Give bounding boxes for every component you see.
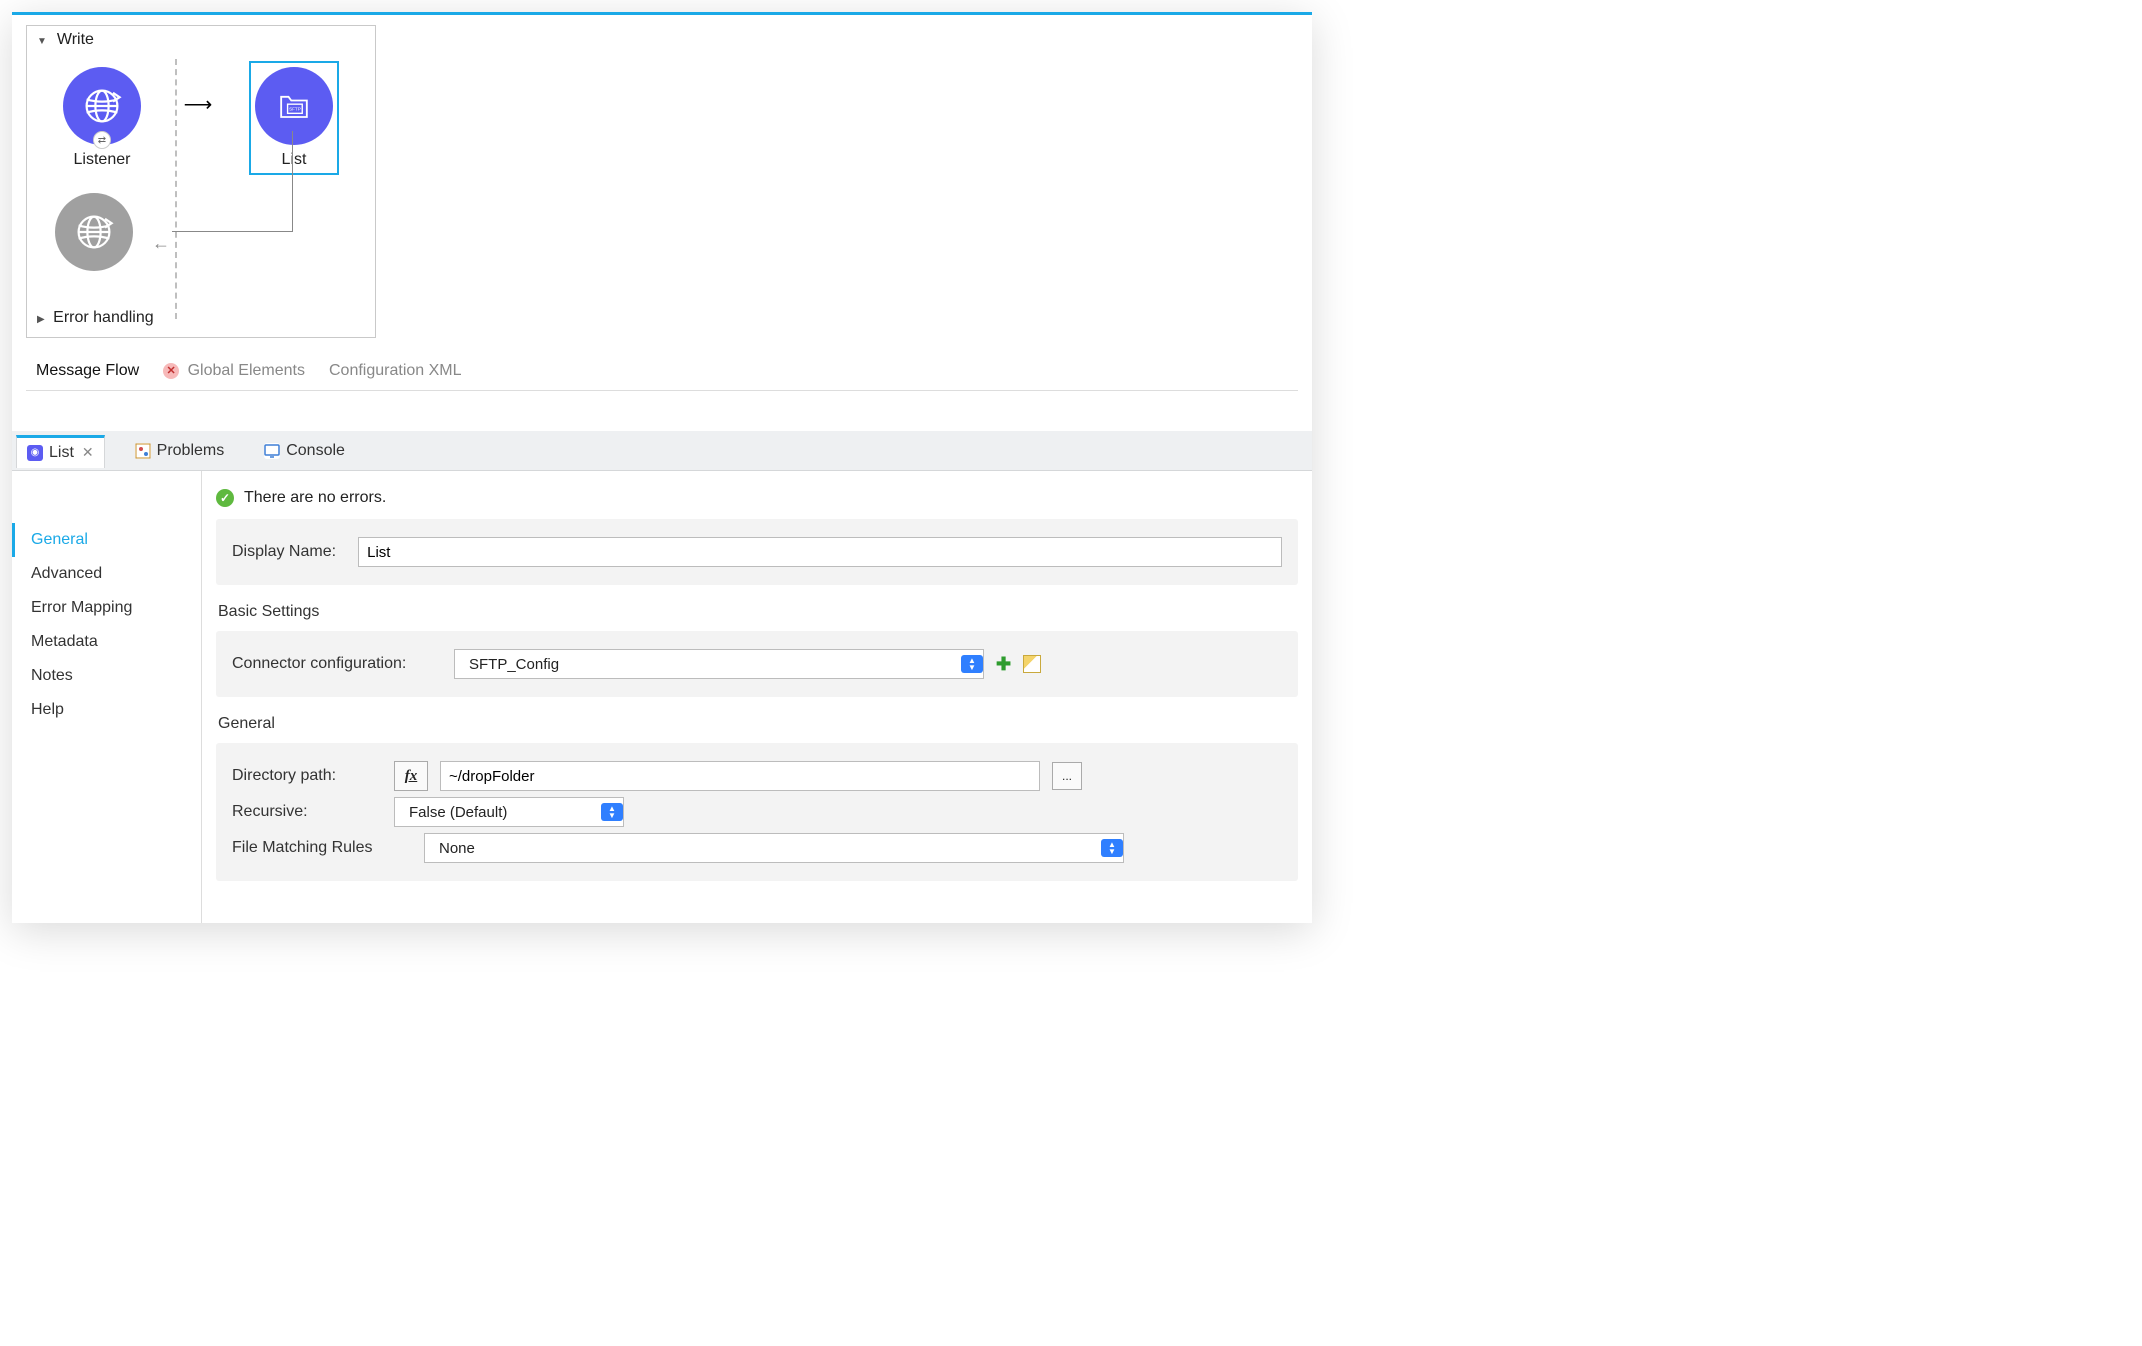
list-node-label: List — [255, 151, 333, 169]
connector-config-label: Connector configuration: — [232, 655, 442, 673]
listener-icon: ⇄ — [63, 67, 141, 145]
tab-global-elements-label: Global Elements — [188, 362, 305, 379]
directory-path-input[interactable] — [440, 761, 1040, 791]
add-config-button[interactable]: ✚ — [996, 654, 1011, 675]
ok-icon: ✓ — [216, 489, 234, 507]
sidenav-item-general[interactable]: General — [12, 523, 201, 557]
edit-config-button[interactable] — [1023, 655, 1041, 673]
basic-settings-title: Basic Settings — [216, 597, 1298, 631]
listener-label: Listener — [74, 151, 131, 169]
console-icon — [264, 443, 280, 459]
expand-icon[interactable] — [37, 309, 49, 326]
panel-tab-problems-label: Problems — [157, 442, 225, 460]
fx-expression-button[interactable]: fx — [394, 761, 428, 791]
panel-tab-list-label: List — [49, 444, 74, 462]
sidenav-item-help[interactable]: Help — [12, 693, 201, 727]
tab-global-elements[interactable]: ✕ Global Elements — [163, 362, 305, 380]
status-text: There are no errors. — [244, 489, 386, 507]
browse-button[interactable]: ... — [1052, 762, 1082, 790]
list-tab-icon: ◉ — [27, 445, 43, 461]
error-indicator-icon: ✕ — [163, 363, 179, 379]
status-row: ✓ There are no errors. — [216, 485, 1298, 519]
flow-title[interactable]: Write — [27, 26, 375, 53]
flow-arrow-icon: ⟶ — [173, 92, 223, 117]
error-handling-label: Error handling — [53, 309, 154, 326]
flow-node-listener[interactable]: ⇄ Listener — [37, 67, 167, 169]
sidenav-item-notes[interactable]: Notes — [12, 659, 201, 693]
close-tab-button[interactable]: ✕ — [82, 444, 94, 461]
file-matching-value: None — [433, 840, 481, 857]
select-arrows-icon: ▲▼ — [601, 803, 623, 821]
select-arrows-icon: ▲▼ — [961, 655, 983, 673]
panel-tab-console-label: Console — [286, 442, 345, 460]
panel-tab-problems[interactable]: Problems — [125, 436, 235, 466]
bottom-panel-tabs: ◉ List ✕ Problems Console — [12, 431, 1312, 471]
sync-badge-icon: ⇄ — [93, 131, 111, 149]
panel-tab-list[interactable]: ◉ List ✕ — [16, 435, 105, 468]
properties-sidenav: General Advanced Error Mapping Metadata … — [12, 471, 202, 923]
flow-node-list-selected[interactable]: SFTP List — [249, 61, 339, 175]
flow-canvas[interactable]: Write ⇄ Listener — [12, 12, 1312, 431]
flow-title-label: Write — [57, 31, 94, 49]
tab-message-flow[interactable]: Message Flow — [36, 362, 139, 380]
sidenav-item-metadata[interactable]: Metadata — [12, 625, 201, 659]
select-arrows-icon: ▲▼ — [1101, 839, 1123, 857]
general-section-title: General — [216, 709, 1298, 743]
tab-configuration-xml[interactable]: Configuration XML — [329, 362, 462, 380]
panel-tab-console[interactable]: Console — [254, 436, 355, 466]
flow-node-response[interactable] — [55, 193, 133, 271]
flow-write-box[interactable]: Write ⇄ Listener — [26, 25, 376, 338]
flow-connector — [172, 231, 293, 232]
recursive-select[interactable]: False (Default) ▲▼ — [394, 797, 624, 827]
directory-path-label: Directory path: — [232, 767, 382, 785]
problems-icon — [135, 443, 151, 459]
connector-config-select[interactable]: SFTP_Config ▲▼ — [454, 649, 984, 679]
flow-error-handling[interactable]: Error handling — [27, 301, 375, 337]
display-name-input[interactable] — [358, 537, 1282, 567]
sidenav-item-error-mapping[interactable]: Error Mapping — [12, 591, 201, 625]
file-matching-select[interactable]: None ▲▼ — [424, 833, 1124, 863]
display-name-label: Display Name: — [232, 543, 346, 561]
file-matching-label: File Matching Rules — [232, 839, 412, 857]
return-arrow-icon: ← — [152, 233, 170, 254]
sidenav-item-advanced[interactable]: Advanced — [12, 557, 201, 591]
recursive-label: Recursive: — [232, 803, 382, 821]
list-icon: SFTP — [255, 67, 333, 145]
collapse-icon[interactable] — [37, 31, 51, 49]
connector-config-value: SFTP_Config — [463, 656, 565, 673]
recursive-value: False (Default) — [403, 804, 513, 821]
svg-text:SFTP: SFTP — [289, 107, 301, 112]
flow-connector-vert — [292, 131, 293, 231]
